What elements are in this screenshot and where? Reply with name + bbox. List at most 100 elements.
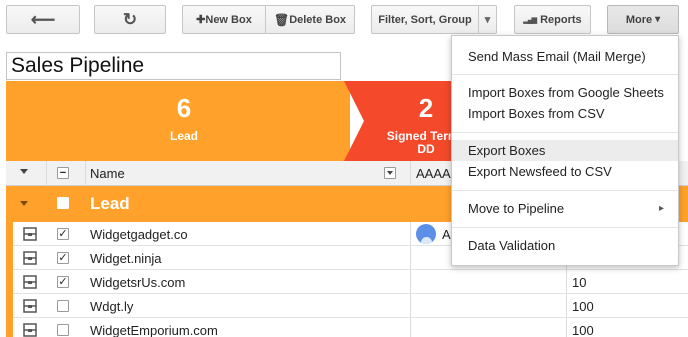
- stage-color-stripe: [6, 318, 13, 337]
- box-icon: [23, 275, 37, 289]
- row-select-checkbox[interactable]: [57, 324, 69, 336]
- box-name[interactable]: WidgetEmporium.com: [90, 318, 218, 337]
- stage-count: 2: [418, 93, 434, 123]
- table-row[interactable]: WidgetEmporium.com 100: [6, 318, 688, 337]
- menu-separator: [452, 132, 678, 133]
- menu-separator: [452, 190, 678, 191]
- box-name[interactable]: Wdgt.ly: [90, 294, 133, 318]
- menu-item-export-boxes[interactable]: Export Boxes: [452, 140, 678, 161]
- box-value[interactable]: 100: [572, 318, 594, 337]
- back-button[interactable]: ⟵: [6, 5, 80, 34]
- box-icon: [23, 299, 37, 313]
- assignee-cell[interactable]: A: [416, 224, 451, 244]
- pipeline-name-input[interactable]: Sales Pipeline: [6, 52, 341, 80]
- reports-button[interactable]: ▂▄▆ Reports: [514, 5, 591, 34]
- open-box-button[interactable]: [23, 251, 37, 265]
- reports-label: Reports: [540, 13, 582, 26]
- stage-color-stripe: [6, 246, 13, 270]
- checkbox-icon: [57, 300, 69, 312]
- column-divider: [410, 270, 411, 294]
- arrow-left-icon: ⟵: [30, 9, 56, 29]
- column-divider: [566, 318, 567, 337]
- stage-color-stripe: [6, 222, 13, 246]
- stage-count: 6: [176, 93, 192, 123]
- column-divider: [46, 161, 47, 186]
- avatar: [416, 224, 436, 244]
- checkbox-icon: ✓: [57, 228, 69, 240]
- streak-pipeline-window: ⟵ ↻ ✚ New Box 🗑 Delete Box Filter, Sort,…: [0, 0, 688, 337]
- open-box-button[interactable]: [23, 227, 37, 241]
- trash-icon: 🗑: [273, 12, 290, 27]
- expand-all-toggle[interactable]: [20, 169, 28, 174]
- stage-label: Lead: [169, 129, 198, 143]
- checkbox-icon: [57, 197, 69, 209]
- box-name[interactable]: Widgetgadget.co: [90, 222, 188, 246]
- column-menu-button[interactable]: [384, 167, 396, 179]
- column-divider: [410, 222, 411, 246]
- name-column-header[interactable]: Name: [90, 161, 125, 186]
- chevron-down-icon: [384, 167, 396, 179]
- more-button[interactable]: More ▾: [607, 5, 679, 34]
- table-row[interactable]: ✓ WidgetsrUs.com 10: [6, 270, 688, 294]
- refresh-button[interactable]: ↻: [94, 5, 166, 34]
- box-value[interactable]: 10: [572, 270, 586, 294]
- box-icon: [23, 323, 37, 337]
- refresh-icon: ↻: [122, 9, 138, 29]
- column-divider: [85, 161, 86, 186]
- filter-sort-group-button[interactable]: Filter, Sort, Group: [371, 5, 479, 34]
- chevron-down-icon: ▾: [484, 14, 491, 26]
- checkbox-icon: ✓: [57, 252, 69, 264]
- select-all-checkbox[interactable]: −: [57, 167, 69, 179]
- checkbox-icon: −: [57, 167, 69, 179]
- assigned-column-header[interactable]: AAAA: [416, 161, 451, 186]
- stage-label: DD: [417, 142, 435, 156]
- menu-separator: [452, 227, 678, 228]
- menu-item-export-newsfeed[interactable]: Export Newsfeed to CSV: [452, 161, 678, 182]
- menu-item-move-to-pipeline[interactable]: Move to Pipeline ▸: [452, 198, 678, 219]
- menu-item-data-validation[interactable]: Data Validation: [452, 235, 678, 256]
- open-box-button[interactable]: [23, 275, 37, 289]
- bar-chart-icon: ▂▄▆: [523, 16, 537, 24]
- column-divider: [410, 294, 411, 318]
- group-label: Lead: [90, 194, 130, 213]
- new-box-label: New Box: [205, 13, 252, 26]
- filter-sort-group: Filter, Sort, Group ▾: [371, 5, 497, 34]
- open-box-button[interactable]: [23, 299, 37, 313]
- row-select-checkbox[interactable]: ✓: [57, 276, 69, 288]
- delete-box-button[interactable]: 🗑 Delete Box: [266, 5, 355, 34]
- menu-item-import-csv[interactable]: Import Boxes from CSV: [452, 103, 678, 124]
- column-divider: [566, 270, 567, 294]
- stage-color-stripe: [6, 294, 13, 318]
- assignee-initial: A: [442, 226, 451, 242]
- row-select-checkbox[interactable]: [57, 300, 69, 312]
- menu-item-import-google-sheets[interactable]: Import Boxes from Google Sheets: [452, 82, 678, 103]
- menu-separator: [452, 74, 678, 75]
- menu-item-send-mass-email[interactable]: Send Mass Email (Mail Merge): [452, 46, 678, 67]
- user-icon: [420, 237, 432, 244]
- table-row[interactable]: Wdgt.ly 100: [6, 294, 688, 318]
- open-box-button[interactable]: [23, 323, 37, 337]
- more-label: More: [625, 13, 653, 26]
- new-box-button[interactable]: ✚ New Box: [182, 5, 266, 34]
- checkbox-icon: [57, 324, 69, 336]
- delete-box-label: Delete Box: [289, 13, 347, 26]
- group-select-checkbox[interactable]: [57, 197, 69, 209]
- more-dropdown-menu: Send Mass Email (Mail Merge) Import Boxe…: [451, 35, 679, 266]
- filter-dropdown-button[interactable]: ▾: [479, 5, 497, 34]
- box-name[interactable]: WidgetsrUs.com: [90, 270, 185, 294]
- box-icon: [23, 251, 37, 265]
- column-divider: [410, 161, 411, 186]
- box-value[interactable]: 100: [572, 294, 594, 318]
- stage-color-stripe: [6, 270, 13, 294]
- box-name[interactable]: Widget.ninja: [90, 246, 162, 270]
- checkbox-icon: ✓: [57, 276, 69, 288]
- box-actions-group: ✚ New Box 🗑 Delete Box: [182, 5, 355, 34]
- plus-icon: ✚: [196, 14, 206, 26]
- box-icon: [23, 227, 37, 241]
- row-select-checkbox[interactable]: ✓: [57, 228, 69, 240]
- chevron-down-icon: ▾: [655, 14, 661, 25]
- move-to-pipeline-label: Move to Pipeline: [468, 201, 565, 216]
- column-divider: [566, 294, 567, 318]
- row-select-checkbox[interactable]: ✓: [57, 252, 69, 264]
- group-collapse-toggle[interactable]: [20, 201, 28, 206]
